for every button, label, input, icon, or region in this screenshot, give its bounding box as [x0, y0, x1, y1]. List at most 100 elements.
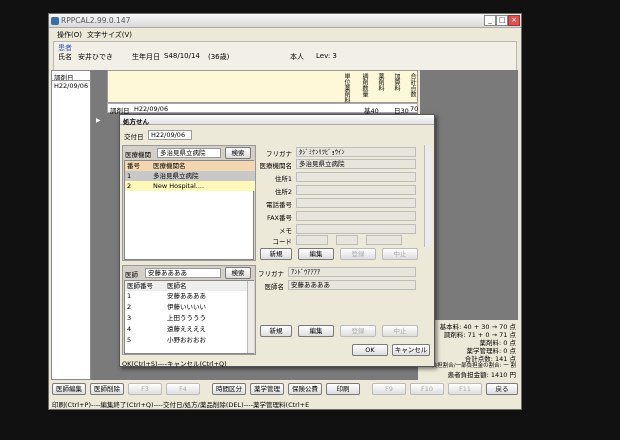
- doctor-edit-button[interactable]: 編集: [298, 325, 334, 337]
- header-additional-fee: 加算料: [393, 73, 400, 91]
- doctor-row[interactable]: 4 遠藤ええええ: [125, 324, 247, 334]
- institution-search-button[interactable]: 検索: [225, 147, 251, 159]
- date-list-divider: [52, 80, 90, 81]
- function-key-bar: 医師編集 医師削除 F3 F4 時間区分 薬学管理 保険公費 印刷 F9 F10…: [50, 381, 520, 397]
- doctor-list-header: 医師番号 医師名: [125, 281, 247, 291]
- doctor-row-number: 4: [127, 325, 132, 333]
- code-field-2[interactable]: [336, 235, 358, 245]
- header-drug-fee: 薬剤料: [377, 73, 384, 91]
- code-field-3[interactable]: [366, 235, 402, 245]
- doctor-row-number: 3: [127, 314, 132, 322]
- doctor-row-name: 安藤ああああ: [167, 292, 206, 300]
- summary-payment-unit: 円: [509, 371, 517, 379]
- doctor-row[interactable]: 3 上田うううう: [125, 313, 247, 323]
- f9-button[interactable]: F9: [372, 383, 406, 395]
- doctor-row[interactable]: 2 伊藤いいいい: [125, 302, 247, 312]
- time-category-button[interactable]: 時間区分: [212, 383, 246, 395]
- doctor-register-button[interactable]: 登録: [340, 325, 376, 337]
- doctor-row[interactable]: 1 安藤ああああ: [125, 291, 247, 301]
- phone-label: 電話番号: [266, 201, 292, 209]
- dispense-date-row[interactable]: 調剤日 H22/09/06 基40 日30 70: [107, 103, 419, 115]
- summary-row-payment: 患者負担金額: 1410 円: [448, 369, 516, 379]
- minimize-button[interactable]: _: [484, 15, 496, 26]
- edit-doctor-button[interactable]: 医師編集: [52, 383, 86, 395]
- dialog-title: 処方せん: [123, 118, 149, 126]
- doctor-panel: 医師 安藤ああああ 検索 医師番号 医師名 1 安藤ああああ 2 伊藤いいいい 3 上…: [122, 265, 256, 355]
- print-button[interactable]: 印刷: [326, 383, 360, 395]
- dialog-ok-button[interactable]: OK: [352, 344, 388, 356]
- doctor-label: 医師: [125, 271, 138, 279]
- doctor-cancel-button[interactable]: 中止: [382, 325, 418, 337]
- institution-row-number: 1: [127, 172, 132, 180]
- title-bar: RPPCAL2.99.0.147 _ □ ×: [49, 14, 521, 28]
- f10-button[interactable]: F10: [410, 383, 444, 395]
- institution-row[interactable]: 1 多治見県立病院: [125, 171, 255, 181]
- dob-label: 生年月日: [132, 53, 160, 61]
- patient-level: Lev: 3: [316, 52, 337, 60]
- institution-search-input[interactable]: 多治見県立病院: [157, 148, 221, 158]
- doctor-kana-field[interactable]: ｱﾝﾄﾞｳｱｱｱｱ: [288, 267, 416, 277]
- address1-field[interactable]: [296, 172, 416, 182]
- f11-button[interactable]: F11: [448, 383, 482, 395]
- doctor-search-input[interactable]: 安藤ああああ: [145, 268, 221, 278]
- summary-dispense-label: 調剤料:: [443, 331, 466, 339]
- institution-detail-scrollbar[interactable]: [424, 145, 432, 247]
- header-quantity: 調剤数量: [361, 73, 368, 97]
- back-button[interactable]: 戻る: [486, 383, 518, 395]
- doctor-row-number: 5: [127, 336, 132, 344]
- doctor-row-name: 伊藤いいいい: [167, 303, 206, 311]
- fax-field[interactable]: [296, 211, 416, 221]
- memo-field[interactable]: [296, 224, 416, 234]
- dialog-cancel-button[interactable]: キャンセル: [392, 344, 430, 356]
- maximize-button[interactable]: □: [496, 15, 508, 26]
- menu-font-size[interactable]: 文字サイズ(V): [87, 30, 132, 40]
- f3-button[interactable]: F3: [128, 383, 162, 395]
- date-list-item[interactable]: H22/09/06: [54, 82, 88, 90]
- phone-field[interactable]: [296, 198, 416, 208]
- code-label: コード: [272, 238, 293, 246]
- institution-panel: 医療機関 多治見県立病院 検索 番号 医療機関名 1 多治見県立病院 2 New…: [122, 145, 256, 261]
- inst-kana-field[interactable]: ﾀｼﾞﾐｹﾝﾘﾂﾋﾞｮｳｲﾝ: [296, 147, 416, 157]
- inst-name-label: 医療機関名: [259, 162, 293, 170]
- doctor-search-button[interactable]: 検索: [225, 267, 251, 279]
- menu-bar: 操作(O) 文字サイズ(V): [49, 29, 521, 40]
- inst-kana-label: フリガナ: [266, 150, 292, 158]
- col-doctor-number: 医師番号: [127, 282, 153, 290]
- dialog-shortcut-hint: OK(Ctrl+S)----キャンセル(Ctrl+Q): [122, 360, 227, 368]
- address2-field[interactable]: [296, 185, 416, 195]
- delete-doctor-button[interactable]: 医師削除: [90, 383, 124, 395]
- pharma-management-button[interactable]: 薬学管理: [250, 383, 284, 395]
- menu-operation[interactable]: 操作(O): [57, 30, 82, 40]
- address1-label: 住所1: [274, 175, 292, 183]
- doctor-row-number: 1: [127, 292, 132, 300]
- institution-row-name: New Hospital....: [153, 182, 205, 190]
- doctor-row-name: 上田うううう: [167, 314, 206, 322]
- inst-name-field[interactable]: 多治見県立病院: [296, 159, 416, 169]
- inst-edit-button[interactable]: 編集: [298, 248, 334, 260]
- dispense-value: 70: [410, 105, 419, 113]
- header-unit-drug-fee: 単位薬剤料: [343, 73, 350, 103]
- institution-label: 医療機関: [125, 151, 151, 159]
- doctor-detail: フリガナ ｱﾝﾄﾞｳｱｱｱｱ 医師名 安藤ああああ 新規 編集 登録 中止: [258, 265, 434, 337]
- row-pointer-icon: ▶: [96, 117, 101, 124]
- doctor-new-button[interactable]: 新規: [260, 325, 292, 337]
- prescription-date-list: 調剤日 H22/09/06: [51, 70, 91, 380]
- summary-row-ratio: 負担割合/一部負担金の割合: 一 割: [432, 361, 516, 369]
- insurance-button[interactable]: 保険公費: [288, 383, 322, 395]
- close-button[interactable]: ×: [508, 15, 520, 26]
- institution-list-header: 番号 医療機関名: [125, 161, 255, 171]
- doctor-name-field[interactable]: 安藤ああああ: [288, 280, 416, 290]
- header-total-points: 合計点数: [409, 73, 416, 97]
- doctor-list-scrollbar[interactable]: [247, 281, 254, 353]
- institution-row-name: 多治見県立病院: [153, 172, 199, 180]
- inst-register-button[interactable]: 登録: [340, 248, 376, 260]
- f4-button[interactable]: F4: [166, 383, 200, 395]
- doctor-name-label: 医師名: [264, 283, 285, 291]
- issue-date-field[interactable]: H22/09/06: [148, 130, 192, 140]
- summary-payment-amount: 1410: [490, 371, 508, 379]
- inst-new-button[interactable]: 新規: [260, 248, 292, 260]
- doctor-row[interactable]: 5 小野おおおお: [125, 335, 247, 345]
- inst-cancel-button[interactable]: 中止: [382, 248, 418, 260]
- code-field-1[interactable]: [296, 235, 328, 245]
- institution-row[interactable]: 2 New Hospital....: [125, 181, 255, 191]
